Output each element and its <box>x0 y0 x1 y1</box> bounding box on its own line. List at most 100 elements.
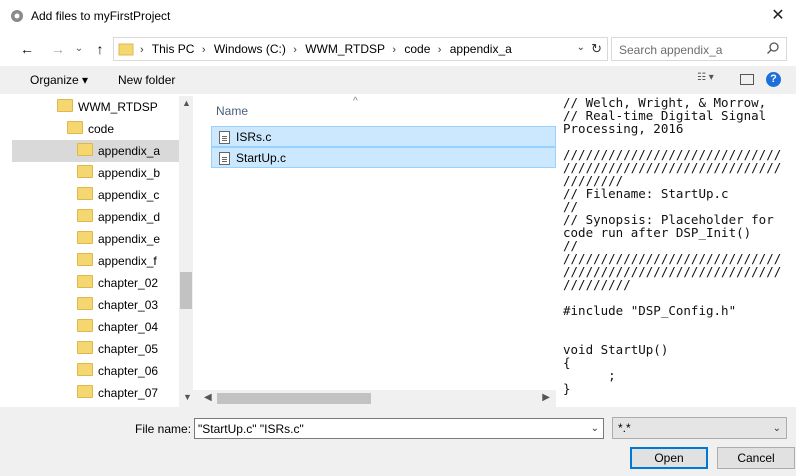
horizontal-scrollbar[interactable]: ◀ ▶ <box>200 390 556 407</box>
folder-icon <box>77 319 93 332</box>
window-title: Add files to myFirstProject <box>31 9 171 23</box>
file-icon <box>219 152 230 165</box>
file-row[interactable]: ISRs.c <box>211 126 556 147</box>
tree-item-label: appendix_d <box>98 210 161 224</box>
address-dropdown-icon[interactable]: ⌄ <box>577 42 585 53</box>
file-type-value: *.* <box>618 421 631 435</box>
file-name-value: "StartUp.c" "ISRs.c" <box>198 422 304 436</box>
breadcrumb: › This PC › Windows (C:) › WWM_RTDSP › c… <box>140 42 512 56</box>
crumb-appendix-a[interactable]: appendix_a <box>450 42 512 56</box>
tree-scrollbar[interactable]: ▲ ▼ <box>179 96 193 407</box>
file-list: ^ Name ISRs.c StartUp.c <box>208 96 556 391</box>
cancel-button[interactable]: Cancel <box>717 447 795 469</box>
tree-item-label: appendix_c <box>98 188 160 202</box>
tree-item-label: appendix_f <box>98 254 157 268</box>
folder-icon <box>77 143 93 156</box>
tree-item-label: chapter_03 <box>98 298 159 312</box>
sort-indicator-icon: ^ <box>353 96 358 107</box>
file-icon <box>219 131 230 144</box>
tree-item-label: WWM_RTDSP <box>78 100 158 114</box>
tree-item-label: appendix_e <box>98 232 161 246</box>
folder-icon <box>77 231 93 244</box>
search-input[interactable]: Search appendix_a <box>611 37 787 61</box>
tree-item-chapter-03[interactable]: chapter_03 <box>12 294 179 316</box>
refresh-icon[interactable]: ↻ <box>591 41 602 57</box>
folder-icon <box>77 165 93 178</box>
tree-item-code[interactable]: code <box>12 118 179 140</box>
tree-item-appendix-c[interactable]: appendix_c <box>12 184 179 206</box>
folder-icon <box>77 341 93 354</box>
back-button[interactable]: ← <box>18 41 36 57</box>
up-button[interactable]: ↑ <box>91 41 109 57</box>
folder-icon <box>77 385 93 398</box>
tree-item-appendix-e[interactable]: appendix_e <box>12 228 179 250</box>
crumb-code[interactable]: code <box>404 42 430 56</box>
tree-item-chapter-05[interactable]: chapter_05 <box>12 338 179 360</box>
new-folder-button[interactable]: New folder <box>118 73 175 87</box>
tree-item-label: chapter_02 <box>98 276 159 290</box>
tree-item-chapter-02[interactable]: chapter_02 <box>12 272 179 294</box>
dialog-footer: File name: "StartUp.c" "ISRs.c" ⌄ *.* ⌄ … <box>0 407 796 476</box>
file-name-dropdown-icon[interactable]: ⌄ <box>591 423 599 434</box>
crumb-this-pc[interactable]: This PC <box>152 42 195 56</box>
navigation-tree: WWM_RTDSPcode appendix_a appendix_bappendi… <box>12 96 179 407</box>
folder-icon <box>118 43 134 56</box>
view-options-icon[interactable]: ☷ ▾ <box>697 72 714 83</box>
file-name: ISRs.c <box>236 130 272 144</box>
tree-item-label: appendix_a <box>98 144 161 158</box>
tree-scroll-thumb[interactable] <box>180 272 192 309</box>
tree-item-label: chapter_05 <box>98 342 159 356</box>
scroll-down-icon[interactable]: ▼ <box>183 392 192 402</box>
file-name-input[interactable]: "StartUp.c" "ISRs.c" ⌄ <box>194 418 604 439</box>
folder-icon <box>77 187 93 200</box>
tree-item-chapter-04[interactable]: chapter_04 <box>12 316 179 338</box>
file-name-label: File name: <box>135 422 192 436</box>
tree-item-chapter-07[interactable]: chapter_07 <box>12 382 179 404</box>
tree-item-chapter-06[interactable]: chapter_06 <box>12 360 179 382</box>
crumb-windows-c[interactable]: Windows (C:) <box>214 42 286 56</box>
folder-icon <box>77 253 93 266</box>
preview-text: // Welch, Wright, & Morrow, // Real-time… <box>563 96 782 396</box>
folder-icon <box>77 275 93 288</box>
recent-locations-icon[interactable]: ⌄ <box>70 41 88 57</box>
file-type-select[interactable]: *.* ⌄ <box>612 417 787 439</box>
folder-icon <box>67 121 83 134</box>
file-type-dropdown-icon[interactable]: ⌄ <box>773 423 781 434</box>
organize-button[interactable]: Organize ▾ <box>30 73 88 87</box>
navigation-bar: ← → ⌄ ↑ › This PC › Windows (C:) › WWM_R… <box>0 32 796 66</box>
open-button[interactable]: Open <box>630 447 708 469</box>
tree-item-appendix-a[interactable]: appendix_a <box>12 140 179 162</box>
preview-pane: // Welch, Wright, & Morrow, // Real-time… <box>563 96 796 407</box>
folder-icon <box>57 99 73 112</box>
close-button[interactable]: ✕ <box>766 4 790 28</box>
tree-item-label: chapter_06 <box>98 364 159 378</box>
help-icon[interactable]: ? <box>766 72 781 87</box>
search-icon <box>767 42 779 54</box>
search-placeholder: Search appendix_a <box>619 43 723 57</box>
scroll-right-icon[interactable]: ▶ <box>542 392 550 403</box>
preview-pane-icon[interactable] <box>740 74 754 85</box>
forward-button[interactable]: → <box>49 41 67 57</box>
folder-icon <box>77 297 93 310</box>
folder-icon <box>77 209 93 222</box>
tree-item-label: code <box>88 122 115 136</box>
tree-item-label: chapter_04 <box>98 320 159 334</box>
file-name: StartUp.c <box>236 151 287 165</box>
tree-item-label: appendix_b <box>98 166 161 180</box>
tree-item-appendix-f[interactable]: appendix_f <box>12 250 179 272</box>
app-icon <box>11 10 23 22</box>
scroll-up-icon[interactable]: ▲ <box>182 98 191 108</box>
crumb-wwm-rtdsp[interactable]: WWM_RTDSP <box>305 42 385 56</box>
address-bar[interactable]: › This PC › Windows (C:) › WWM_RTDSP › c… <box>113 37 608 61</box>
column-header-name[interactable]: Name <box>216 104 248 118</box>
tree-item-label: chapter_07 <box>98 386 159 400</box>
horizontal-scroll-thumb[interactable] <box>217 393 371 404</box>
scroll-left-icon[interactable]: ◀ <box>204 392 212 403</box>
tree-item-appendix-d[interactable]: appendix_d <box>12 206 179 228</box>
tree-scroll-corner: ▼ <box>179 390 200 407</box>
toolbar: Organize ▾ New folder ☷ ▾ ? <box>0 66 796 94</box>
title-bar: Add files to myFirstProject ✕ <box>0 0 796 32</box>
tree-item-wwm-rtdsp[interactable]: WWM_RTDSP <box>12 96 179 118</box>
tree-item-appendix-b[interactable]: appendix_b <box>12 162 179 184</box>
file-row[interactable]: StartUp.c <box>211 147 556 168</box>
